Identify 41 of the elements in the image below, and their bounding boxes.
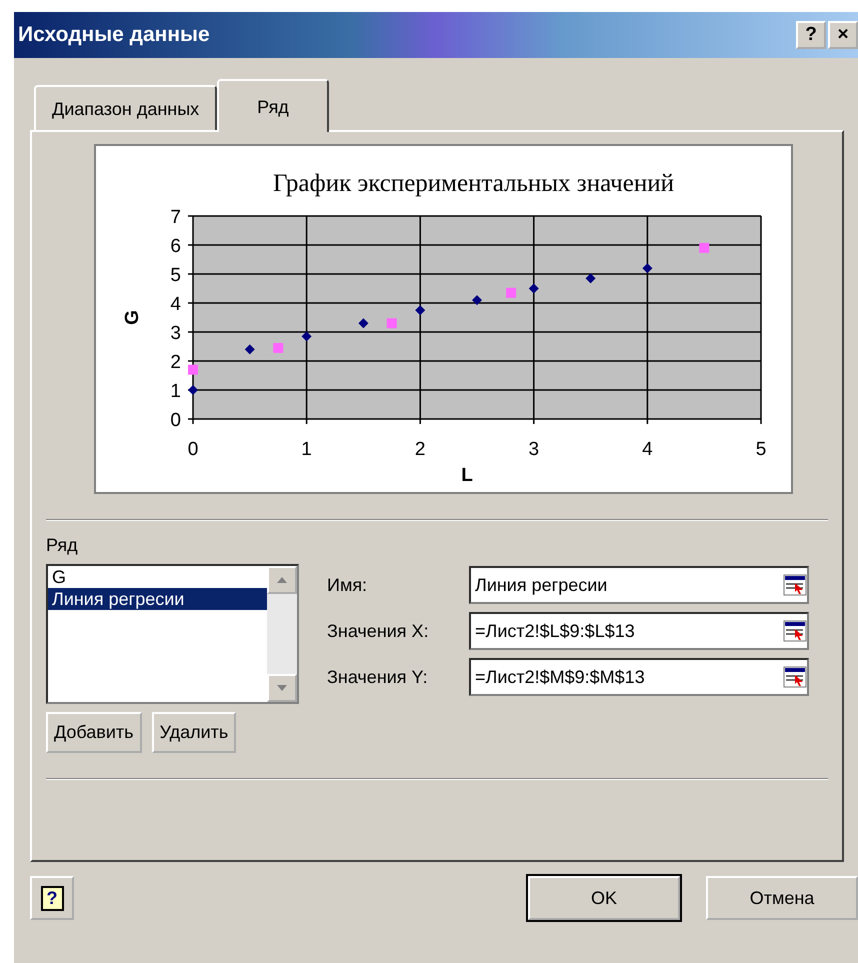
scroll-down-icon[interactable] [267,674,297,702]
y-tick-label: 3 [170,323,181,344]
cancel-button[interactable]: Отмена [706,876,858,920]
tab[interactable]: Ряд [217,79,329,132]
x-tick-label: 4 [642,439,653,460]
y-tick-label: 6 [170,236,181,257]
help-button[interactable]: ? [796,21,826,49]
scrollbar[interactable] [267,566,297,702]
series-list-item[interactable]: G [48,566,267,588]
input-field[interactable]: Линия регресии [469,566,809,604]
series-list-item[interactable]: Линия регресии [48,588,267,610]
y-tick-label: 1 [170,381,181,402]
y-axis-label: G [122,310,143,325]
x-tick-label: 3 [528,439,540,460]
range-select-icon[interactable] [783,666,807,688]
x-tick-label: 0 [188,439,198,460]
input-field[interactable]: =Лист2!$L$9:$L$13 [469,612,809,650]
y-tick-label: 4 [170,294,181,315]
input-field[interactable]: =Лист2!$M$9:$M$13 [469,658,809,696]
field-label: Имя: [327,574,368,596]
range-select-icon[interactable] [783,574,807,596]
remove-button[interactable]: Удалить [152,712,236,753]
range-select-icon[interactable] [783,620,807,642]
ok-button[interactable]: OK [528,876,680,920]
x-tick-label: 1 [301,439,312,460]
help-button[interactable]: ? [30,876,74,920]
close-button[interactable]: × [828,21,858,49]
y-tick-label: 2 [170,352,181,373]
field-label: Значения Y: [327,666,429,688]
field-label: Значения X: [327,620,430,642]
chart-title: График экспериментальных значений [273,170,674,197]
x-tick-label: 5 [756,439,766,460]
y-tick-label: 7 [170,207,181,228]
series-label: Ряд [46,535,79,556]
add-button[interactable]: Добавить [46,712,142,753]
window-title: Исходные данные [18,23,210,47]
scroll-up-icon[interactable] [267,566,297,594]
y-tick-label: 5 [170,265,181,286]
y-tick-label: 0 [170,410,181,431]
x-tick-label: 2 [414,439,426,460]
x-axis-label: L [461,465,473,486]
